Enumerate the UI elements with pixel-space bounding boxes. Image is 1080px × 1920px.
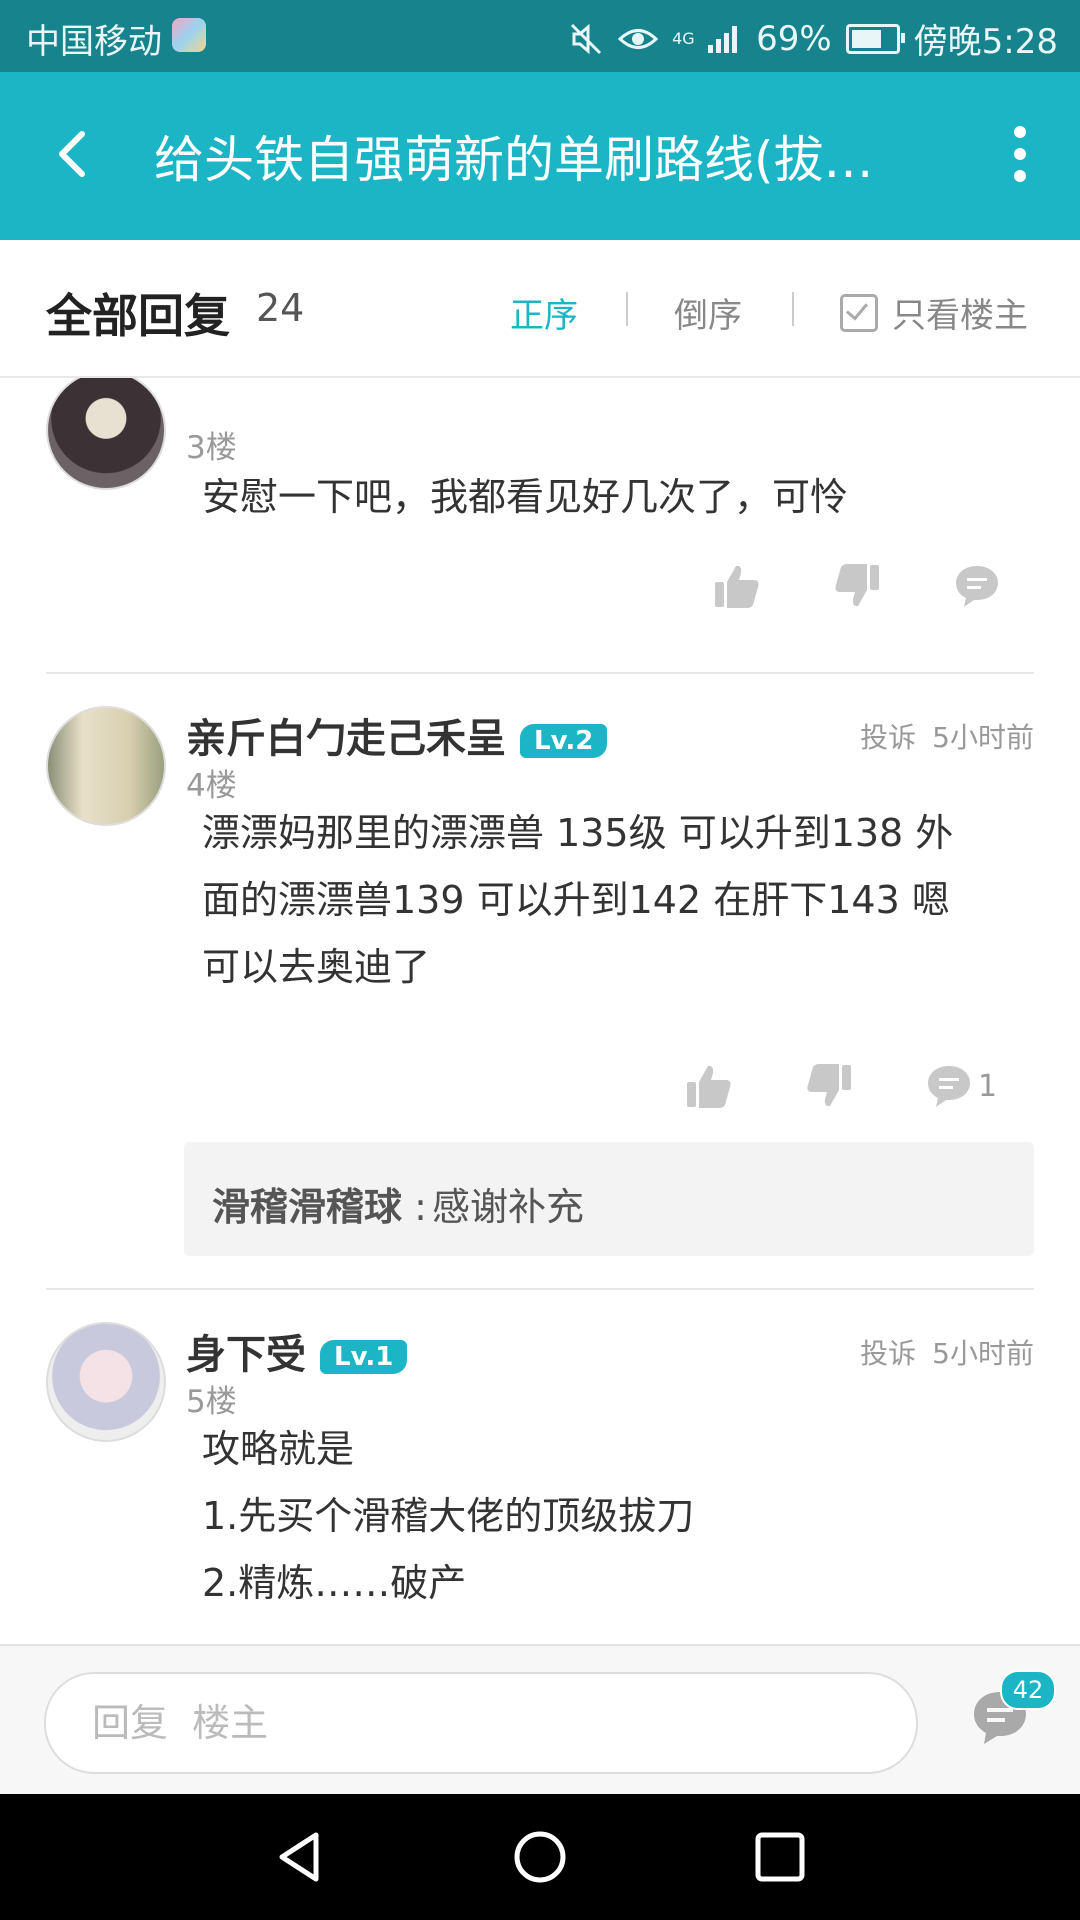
reply-content: 攻略就是 1.先买个滑稽大佬的顶级拔刀 2.精炼……破产 bbox=[202, 1416, 1022, 1617]
reply-list[interactable]: 3楼 安慰一下吧，我都看见好几次了，可怜 亲斤白勹走己禾呈 Lv.2 投诉 5小时前… bbox=[0, 378, 1080, 1644]
thumbs-up-icon bbox=[715, 565, 759, 608]
sub-reply-text: 感谢补充 bbox=[432, 1185, 585, 1229]
only-op-toggle[interactable]: 只看楼主 bbox=[840, 288, 1028, 337]
content-line: 面的漂漂兽139 可以升到142 在肝下143 嗯 bbox=[202, 878, 950, 922]
reply-content: 安慰一下吧，我都看见好几次了，可怜 bbox=[202, 464, 1022, 531]
sort-ascending-tab[interactable]: 正序 bbox=[510, 288, 578, 337]
level-badge: Lv.1 bbox=[320, 1340, 408, 1374]
floor-number: 3楼 bbox=[186, 430, 237, 466]
content-line: 可以去奥迪了 bbox=[202, 945, 431, 989]
reply-input[interactable] bbox=[90, 1674, 874, 1772]
floor-number: 4楼 bbox=[186, 768, 237, 804]
status-indicators: 4G 69% 傍晚5:28 bbox=[568, 14, 1058, 63]
dislike-button[interactable] bbox=[832, 560, 884, 612]
all-replies-label: 全部回复 bbox=[46, 289, 230, 343]
username-text: 亲斤白勹走己禾呈 bbox=[186, 716, 506, 762]
timestamp: 5小时前 bbox=[932, 1337, 1034, 1370]
network-type-label: 4G bbox=[672, 28, 695, 48]
avatar[interactable] bbox=[46, 706, 166, 826]
sub-reply-separator: : bbox=[402, 1185, 427, 1229]
back-icon[interactable] bbox=[270, 1827, 330, 1887]
like-button[interactable] bbox=[684, 1060, 736, 1112]
divider bbox=[792, 292, 794, 326]
sort-descending-tab[interactable]: 倒序 bbox=[674, 288, 742, 337]
avatar[interactable] bbox=[46, 1322, 166, 1442]
comment-button[interactable] bbox=[952, 560, 1004, 612]
carrier-label: 中国移动 bbox=[26, 22, 162, 62]
timestamp: 5小时前 bbox=[932, 721, 1034, 754]
thumbs-up-icon bbox=[687, 1065, 731, 1108]
reply-bar: 42 bbox=[0, 1644, 1080, 1796]
sub-reply-user-name: 滑稽滑稽球 bbox=[212, 1185, 403, 1229]
content-line: 攻略就是 bbox=[202, 1427, 355, 1471]
content-line: 安慰一下吧，我都看见好几次了，可怜 bbox=[202, 475, 849, 519]
eye-comfort-icon bbox=[618, 28, 659, 49]
comment-button[interactable]: 1 bbox=[924, 1060, 1004, 1112]
replies-header: 全部回复 24 正序 倒序 只看楼主 bbox=[0, 240, 1080, 378]
divider bbox=[46, 672, 1034, 674]
status-bar: 中国移动 4G 69% 傍晚5:28 bbox=[0, 0, 1080, 72]
report-link[interactable]: 投诉 bbox=[860, 1337, 916, 1370]
content-line: 漂漂妈那里的漂漂兽 135级 可以升到138 外 bbox=[202, 811, 954, 855]
sub-reply-user[interactable]: 滑稽滑稽球 : bbox=[212, 1176, 427, 1231]
more-menu-icon[interactable] bbox=[1000, 122, 1040, 186]
app-bar: 给头铁自强萌新的单刷路线(拔… bbox=[0, 72, 1080, 240]
reply-meta: 投诉 5小时前 bbox=[860, 1332, 1034, 1372]
divider bbox=[46, 1288, 1034, 1290]
mute-icon bbox=[571, 23, 602, 54]
clock: 傍晚5:28 bbox=[913, 22, 1058, 62]
comment-icon bbox=[928, 1066, 970, 1107]
floor-number: 5楼 bbox=[186, 1384, 237, 1420]
divider bbox=[626, 292, 628, 326]
signal-icon bbox=[708, 25, 738, 53]
like-button[interactable] bbox=[712, 560, 764, 612]
reply-input-container[interactable] bbox=[44, 1672, 918, 1774]
thread-title: 给头铁自强萌新的单刷路线(拔… bbox=[154, 131, 874, 189]
username[interactable]: 身下受 Lv.1 bbox=[186, 1322, 408, 1380]
home-icon[interactable] bbox=[510, 1827, 570, 1887]
comment-count: 1 bbox=[978, 1068, 998, 1104]
reply-actions: 1 bbox=[684, 1060, 1004, 1112]
system-nav-bar bbox=[0, 1794, 1080, 1920]
content-line: 2.精炼……破产 bbox=[202, 1561, 467, 1605]
sub-reply[interactable]: 滑稽滑稽球 : 感谢补充 bbox=[184, 1142, 1034, 1256]
back-arrow-icon[interactable] bbox=[44, 124, 104, 184]
content-line: 1.先买个滑稽大佬的顶级拔刀 bbox=[202, 1494, 695, 1538]
reply-content: 漂漂妈那里的漂漂兽 135级 可以升到138 外 面的漂漂兽139 可以升到14… bbox=[202, 800, 1022, 1001]
report-link[interactable]: 投诉 bbox=[860, 721, 916, 754]
recents-icon[interactable] bbox=[750, 1827, 810, 1887]
thumbs-down-icon bbox=[807, 1064, 851, 1107]
checkbox-icon[interactable] bbox=[840, 293, 878, 332]
comment-icon bbox=[956, 566, 998, 607]
battery-percent: 69% bbox=[756, 18, 832, 59]
only-op-label: 只看楼主 bbox=[892, 296, 1028, 336]
reply-actions bbox=[712, 560, 1004, 612]
reply-count: 24 bbox=[256, 286, 305, 330]
avatar[interactable] bbox=[46, 378, 166, 490]
notification-app-icon bbox=[172, 18, 206, 52]
comment-badge: 42 bbox=[1000, 1670, 1056, 1710]
username-text: 身下受 bbox=[186, 1332, 306, 1378]
battery-icon bbox=[845, 23, 905, 54]
reply-meta: 投诉 5小时前 bbox=[860, 716, 1034, 756]
level-badge: Lv.2 bbox=[520, 724, 608, 758]
thumbs-down-icon bbox=[835, 564, 879, 607]
username[interactable]: 亲斤白勹走己禾呈 Lv.2 bbox=[186, 706, 608, 764]
dislike-button[interactable] bbox=[804, 1060, 856, 1112]
